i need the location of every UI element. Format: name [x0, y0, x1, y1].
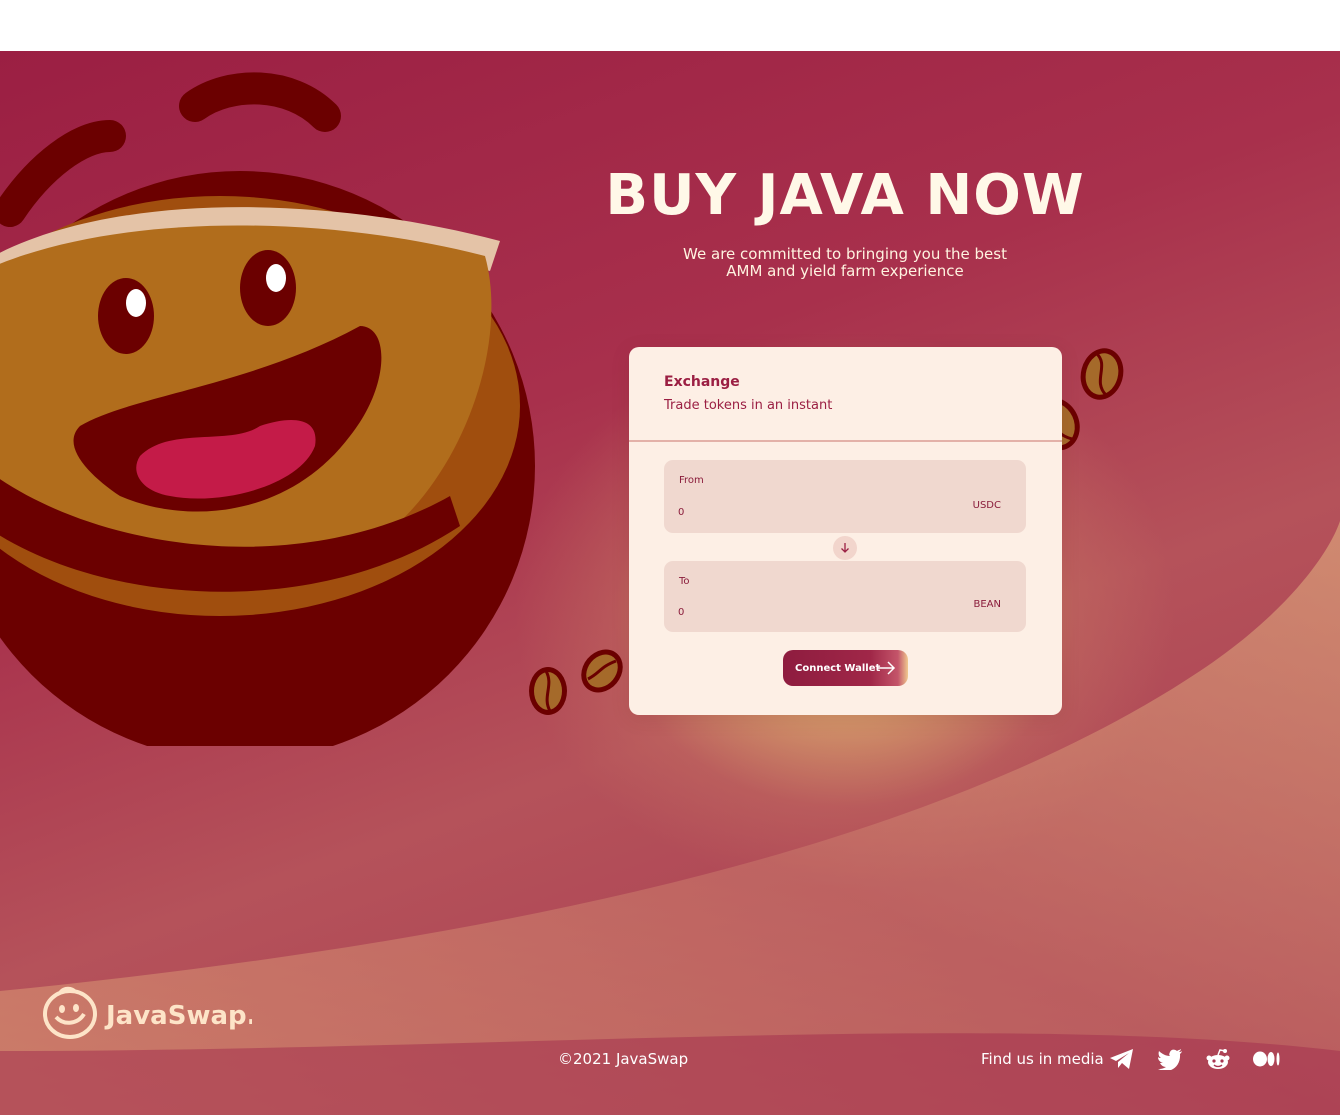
javaswap-logo[interactable]: JavaSwap.: [42, 984, 252, 1040]
reddit-icon: [1206, 1049, 1230, 1069]
connect-wallet-label: Connect Wallet: [795, 662, 881, 674]
brand-name: JavaSwap.: [104, 1001, 252, 1031]
swap-direction-button[interactable]: [833, 536, 857, 560]
page-title: BUY JAVA NOW: [605, 163, 1085, 228]
to-field: To BEAN: [664, 561, 1026, 632]
hero-subtitle: We are committed to bringing you the bes…: [683, 245, 1007, 280]
exchange-card: Exchange Trade tokens in an instant From…: [629, 347, 1062, 715]
to-label: To: [679, 576, 690, 587]
to-amount-input[interactable]: [678, 604, 878, 620]
exchange-card-header: Exchange Trade tokens in an instant: [629, 347, 1062, 442]
exchange-title: Exchange: [664, 374, 740, 390]
coffee-bean-icon: [581, 649, 623, 693]
exchange-subtitle: Trade tokens in an instant: [664, 398, 833, 413]
copyright-text: ©2021 JavaSwap: [558, 1050, 689, 1068]
medium-icon: [1253, 1051, 1280, 1067]
from-token-selector[interactable]: USDC: [973, 500, 1001, 511]
from-amount-input[interactable]: [678, 504, 878, 520]
to-token-selector[interactable]: BEAN: [974, 599, 1002, 610]
hero-section: BUY JAVA NOW We are committed to bringin…: [0, 51, 1340, 1115]
medium-link[interactable]: [1253, 1046, 1281, 1072]
media-label: Find us in media: [981, 1050, 1104, 1068]
connect-wallet-button[interactable]: Connect Wallet: [783, 650, 908, 686]
telegram-link[interactable]: [1108, 1046, 1136, 1072]
coffee-bean-icon: [529, 667, 567, 715]
from-field: From USDC: [664, 460, 1026, 533]
reddit-link[interactable]: [1204, 1046, 1232, 1072]
from-label: From: [679, 475, 704, 486]
coffee-cup-mascot: [0, 72, 535, 746]
arrow-down-icon: [841, 543, 849, 553]
arrow-right-icon: [877, 661, 896, 675]
top-bar: [0, 0, 1340, 51]
telegram-icon: [1110, 1049, 1133, 1069]
twitter-link[interactable]: [1156, 1046, 1184, 1072]
coffee-bean-icon: [1080, 348, 1124, 400]
twitter-icon: [1158, 1049, 1182, 1070]
